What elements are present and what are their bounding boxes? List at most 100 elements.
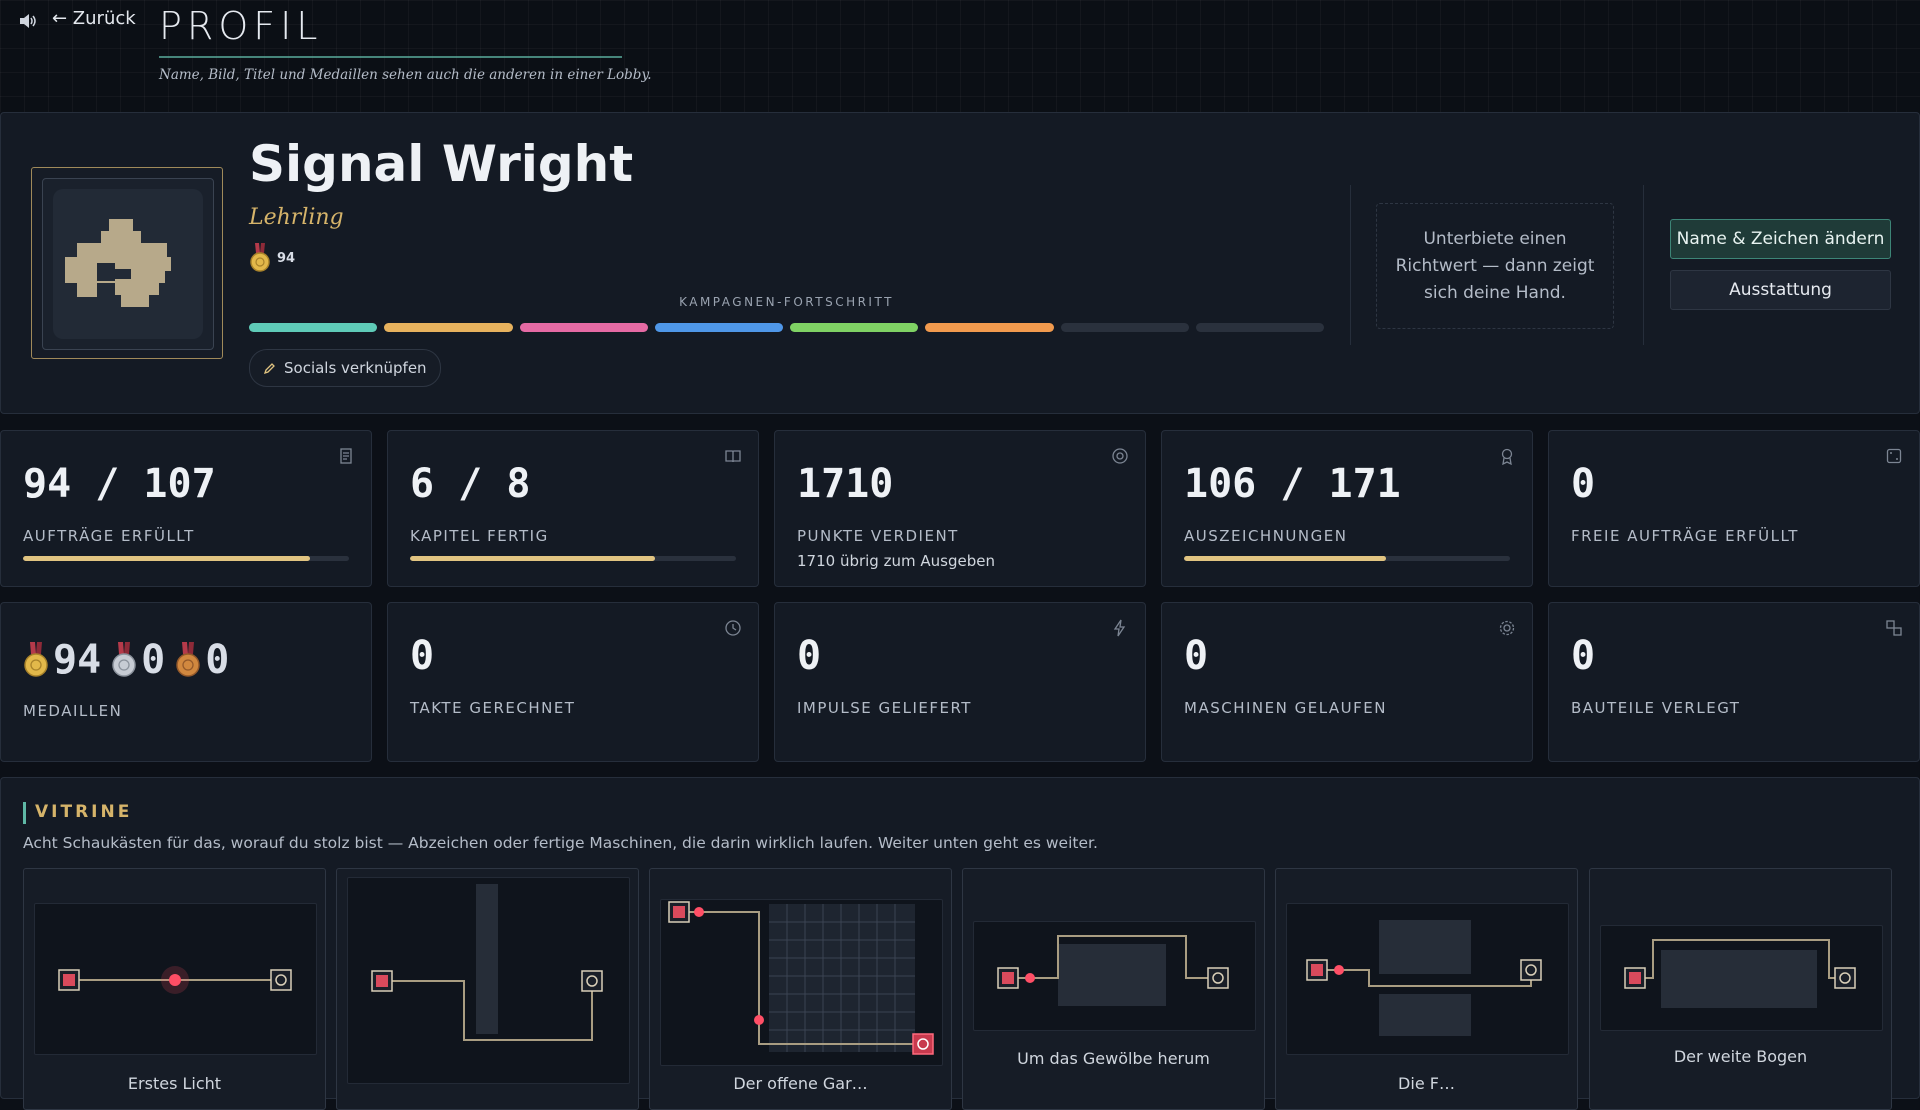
stat-label: BAUTEILE VERLEGT [1571, 699, 1741, 717]
document-icon [340, 448, 352, 464]
points-remaining: 1710 übrig zum Ausgeben [797, 552, 995, 570]
ribbon-icon [1501, 448, 1513, 465]
campaign-segment-7 [1060, 323, 1189, 332]
parts-icon [1886, 620, 1902, 636]
showcase-caption: Der weite Bogen [1673, 1047, 1808, 1066]
gold-medal-icon [24, 642, 48, 677]
profile-card: Signal Wright Lehrling 94 KAMPAGNEN-FORT… [0, 112, 1920, 414]
stat-card-chapters: 6 / 8 KAPITEL FERTIG [387, 430, 759, 587]
campaign-segment-1 [249, 323, 378, 332]
stat-card-machines: 0 MASCHINEN GELAUFEN [1161, 602, 1533, 762]
showcase-slot[interactable]: Erstes Licht [23, 868, 326, 1110]
stat-value: 0 [1571, 461, 1596, 507]
stat-value: 6 / 8 [410, 461, 531, 507]
machine-preview [1600, 925, 1883, 1031]
avatar[interactable] [31, 167, 223, 359]
vitrine-title: VITRINE [35, 802, 133, 822]
stat-progress-bar [1184, 556, 1510, 561]
campaign-segment-8 [1195, 323, 1324, 332]
link-socials-button[interactable]: Socials verknüpfen [249, 349, 441, 387]
stat-card-impulses: 0 IMPULSE GELIEFERT [774, 602, 1146, 762]
stat-value: 0 [410, 633, 435, 679]
divider [1350, 185, 1351, 345]
top-bar: ← Zurück PROFIL Name, Bild, Titel und Me… [0, 0, 1920, 112]
stat-value: 0 [1571, 633, 1596, 679]
vitrine-section: VITRINE Acht Schaukästen für das, worauf… [0, 777, 1920, 1110]
machine-preview [660, 899, 943, 1066]
showcase-caption: Erstes Licht [127, 1074, 222, 1093]
stat-card-ticks: 0 TAKTE GERECHNET [387, 602, 759, 762]
stat-value: 1710 [797, 461, 894, 507]
title-underline [159, 56, 622, 58]
stat-card-medals: 94 0 0 MEDAILLEN [0, 602, 372, 762]
campaign-segment-5 [790, 323, 919, 332]
campaign-progress-label: KAMPAGNEN-FORTSCHRITT [679, 295, 894, 309]
showcase-slot[interactable] [336, 868, 639, 1110]
link-socials-label: Socials verknüpfen [284, 359, 427, 377]
hint-box: Unterbiete einen Richtwert — dann zeigt … [1376, 203, 1614, 329]
campaign-segment-6 [925, 323, 1054, 332]
clock-icon [725, 620, 741, 636]
stat-value: 94 / 107 [23, 461, 216, 507]
stat-label: KAPITEL FERTIG [410, 527, 549, 545]
stat-card-free-orders: 0 FREIE AUFTRÄGE ERFÜLLT [1548, 430, 1920, 587]
showcase-slot[interactable]: Die F… [1275, 868, 1578, 1110]
stat-label: AUSZEICHNUNGEN [1184, 527, 1348, 545]
stat-label: TAKTE GERECHNET [410, 699, 576, 717]
showcase-caption: Um das Gewölbe herum [1017, 1049, 1210, 1068]
medal-counts: 94 0 0 [23, 637, 235, 683]
showcase-caption: Der offene Gar… [733, 1074, 868, 1093]
campaign-segment-4 [654, 323, 783, 332]
gear-icon [1499, 620, 1515, 636]
stat-card-awards: 106 / 171 AUSZEICHNUNGEN [1161, 430, 1533, 587]
stat-card-orders: 94 / 107 AUFTRÄGE ERFÜLLT [0, 430, 372, 587]
stat-card-parts: 0 BAUTEILE VERLEGT [1548, 602, 1920, 762]
stat-label: IMPULSE GELIEFERT [797, 699, 972, 717]
stat-label: AUFTRÄGE ERFÜLLT [23, 527, 195, 545]
machine-preview [973, 921, 1256, 1031]
showcase-slot[interactable]: Der weite Bogen [1589, 868, 1892, 1110]
stat-value: 106 / 171 [1184, 461, 1401, 507]
bronze-medal-icon [176, 642, 201, 677]
page-title: PROFIL [159, 4, 323, 48]
machine-preview [1286, 903, 1569, 1055]
bronze-count: 0 [205, 637, 230, 683]
campaign-progress-bar [249, 323, 1324, 332]
pencil-icon [263, 362, 275, 374]
showcase-slot[interactable]: Der offene Gar… [649, 868, 952, 1110]
stat-label: MASCHINEN GELAUFEN [1184, 699, 1387, 717]
showcase-slot[interactable]: Um das Gewölbe herum [962, 868, 1265, 1110]
gold-count: 94 [53, 637, 102, 683]
stat-label: MEDAILLEN [23, 702, 123, 720]
bolt-icon [1113, 619, 1126, 637]
machine-preview [347, 877, 630, 1084]
stat-value: 0 [797, 633, 822, 679]
silver-medal-icon [112, 642, 136, 677]
stat-value: 0 [1184, 633, 1209, 679]
gold-medal-value: 94 [277, 250, 296, 266]
target-icon [1112, 448, 1128, 464]
back-button[interactable]: ← Zurück [52, 8, 136, 29]
gold-medal-count: 94 [249, 243, 295, 273]
stat-label: FREIE AUFTRÄGE ERFÜLLT [1571, 527, 1799, 545]
campaign-segment-3 [519, 323, 648, 332]
gold-medal-icon [250, 243, 270, 272]
silver-count: 0 [141, 637, 166, 683]
stat-label: PUNKTE VERDIENT [797, 527, 959, 545]
dice-icon [1886, 448, 1902, 464]
vitrine-subtitle: Acht Schaukästen für das, worauf du stol… [23, 834, 1098, 852]
campaign-segment-2 [384, 323, 513, 332]
player-name: Signal Wright [249, 135, 634, 193]
machine-preview [34, 903, 317, 1055]
book-icon [725, 450, 741, 463]
stat-card-points: 1710 PUNKTE VERDIENT 1710 übrig zum Ausg… [774, 430, 1146, 587]
stat-progress-bar [23, 556, 349, 561]
speaker-icon[interactable] [18, 12, 36, 30]
edit-name-button[interactable]: Name & Zeichen ändern [1670, 219, 1891, 259]
divider [1643, 185, 1644, 345]
puzzle-emblem-icon [65, 219, 171, 307]
outfit-button[interactable]: Ausstattung [1670, 270, 1891, 310]
page-subtitle: Name, Bild, Titel und Medaillen sehen au… [159, 67, 652, 83]
showcase-caption: Die F… [1398, 1074, 1455, 1093]
player-rank: Lehrling [249, 205, 344, 230]
